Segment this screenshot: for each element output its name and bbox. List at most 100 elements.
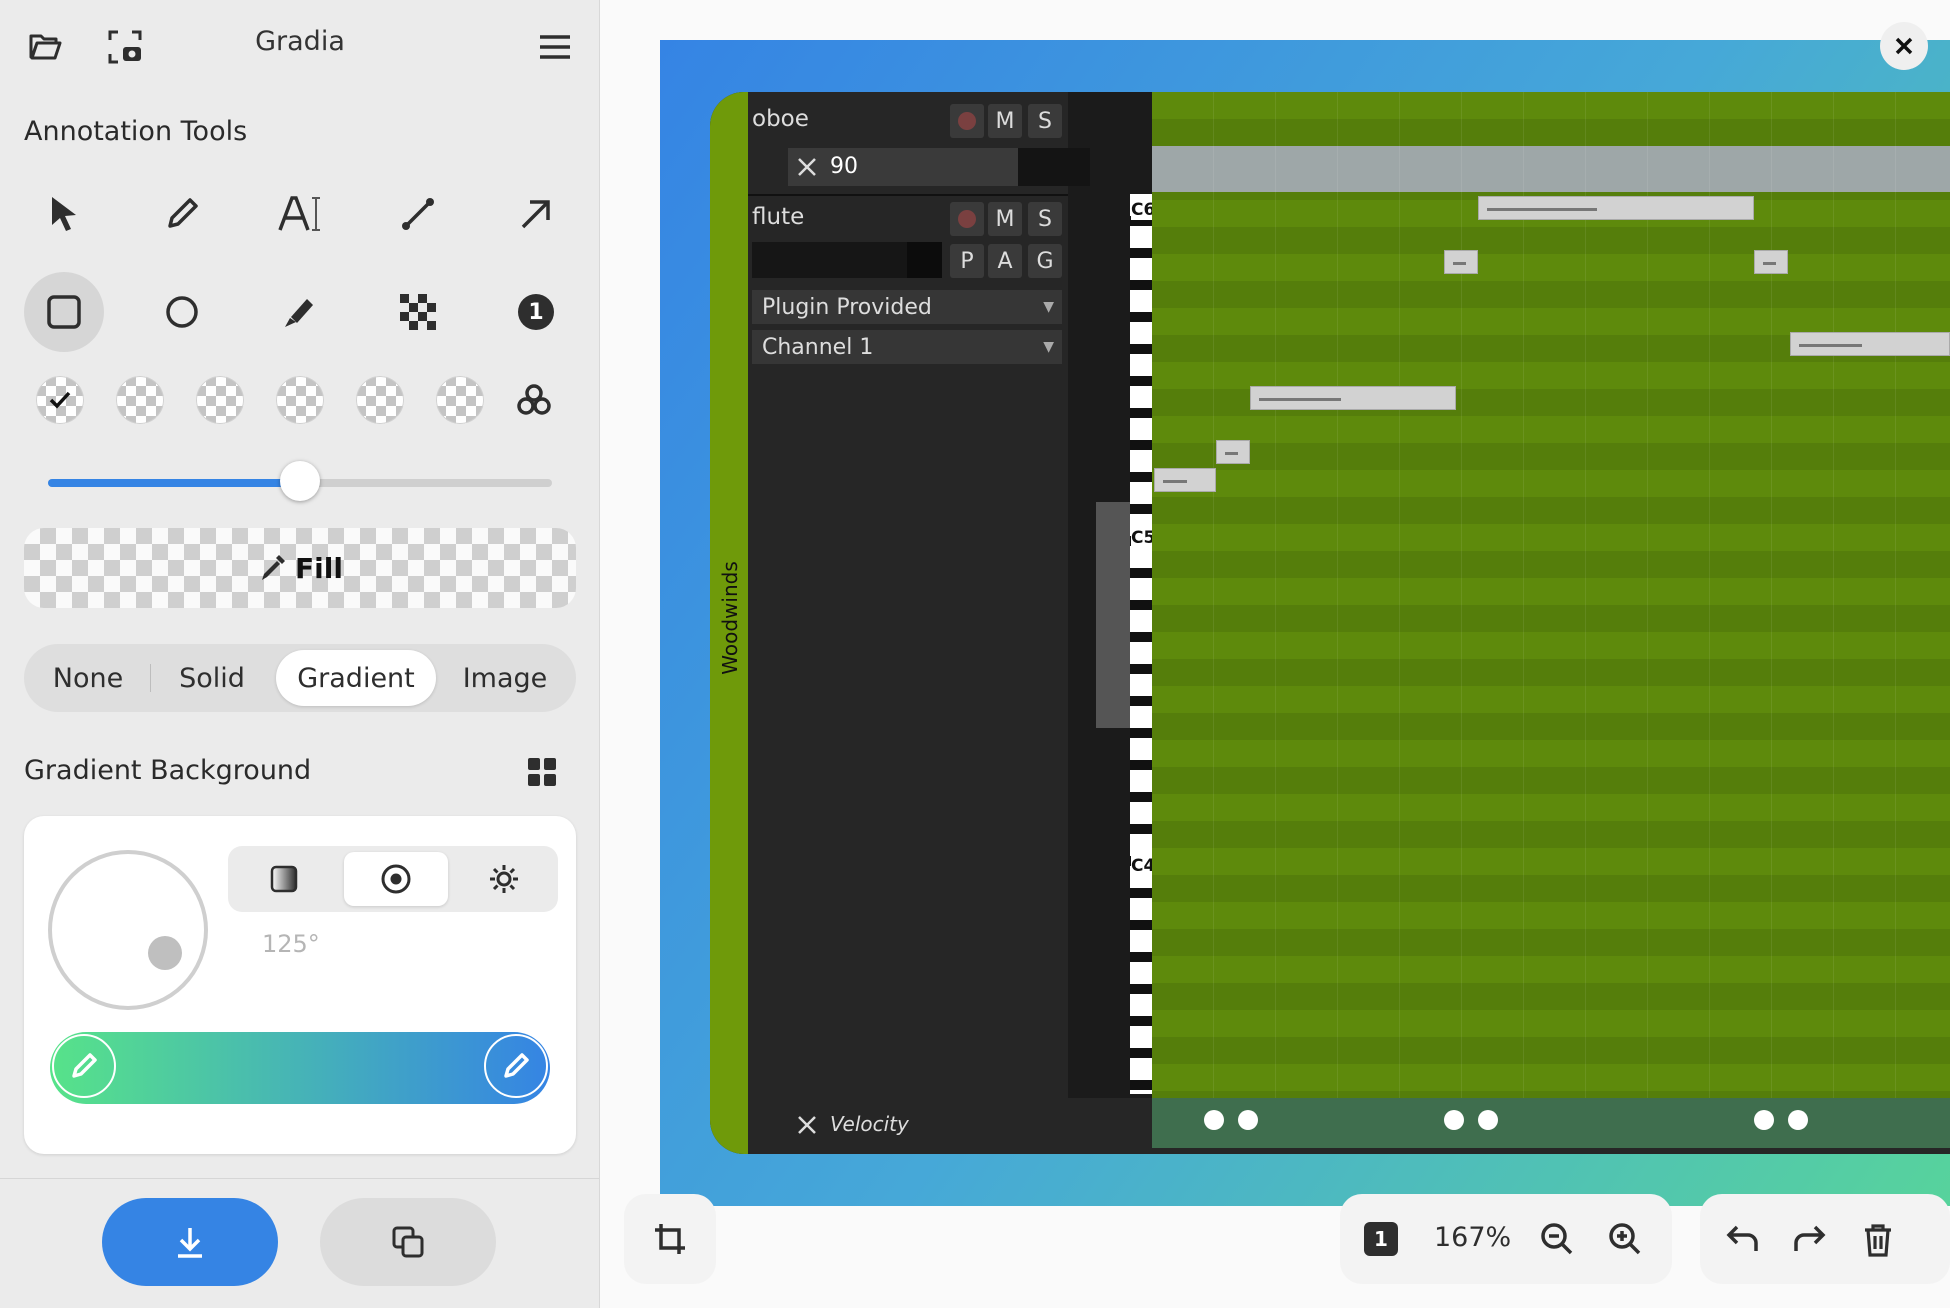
conic-gradient-icon[interactable] [454, 852, 554, 906]
crop-button[interactable] [624, 1194, 716, 1284]
mode-solid[interactable]: Solid [152, 650, 272, 706]
undo-icon[interactable] [1720, 1218, 1764, 1262]
select-tool-icon[interactable] [24, 174, 104, 254]
angle-dial-knob[interactable] [148, 936, 182, 970]
highlighter-tool-icon[interactable] [260, 272, 340, 352]
open-folder-icon[interactable] [20, 22, 70, 72]
background-mode-selector: None Solid Gradient Image [24, 644, 576, 712]
midi-note[interactable] [1154, 468, 1216, 492]
linear-gradient-icon[interactable] [234, 852, 334, 906]
velocity-graph[interactable] [1152, 1098, 1950, 1148]
sidebar: Gradia Annotation Tools 1 Fill None Soli… [0, 0, 600, 1308]
end-color-pencil-icon[interactable] [484, 1034, 548, 1098]
vertical-scrollbar[interactable] [1096, 502, 1132, 728]
gradient-presets-icon[interactable] [522, 752, 562, 792]
mode-image[interactable]: Image [440, 650, 570, 706]
size-slider-handle[interactable] [280, 461, 320, 501]
pen-tool-icon[interactable] [142, 174, 222, 254]
close-lane-icon[interactable] [788, 148, 826, 186]
close-icon[interactable] [1880, 22, 1928, 70]
segment-divider [150, 664, 151, 692]
radial-gradient-icon[interactable] [344, 852, 448, 906]
record-button-oboe[interactable] [950, 104, 984, 138]
fill-label: Fill [295, 551, 343, 585]
download-icon [178, 1228, 202, 1258]
zoom-controls: 1 167% [1340, 1194, 1672, 1284]
piano-roll[interactable] [1152, 92, 1950, 1098]
solo-button-flute[interactable]: S [1028, 202, 1062, 236]
copy-button[interactable] [320, 1198, 496, 1286]
main-menu-icon[interactable] [530, 22, 580, 72]
arrow-tool-icon[interactable] [496, 174, 576, 254]
color-swatch-1[interactable] [36, 376, 84, 424]
gradient-color-bar [50, 1032, 550, 1104]
group-button-flute[interactable]: G [1028, 244, 1062, 278]
color-swatch-5[interactable] [356, 376, 404, 424]
pixelate-tool-icon[interactable] [378, 272, 458, 352]
custom-color-icon[interactable] [510, 376, 558, 424]
track-divider [748, 194, 1068, 196]
gradient-background-heading: Gradient Background [24, 755, 312, 786]
fill-button[interactable]: Fill [24, 528, 576, 608]
midi-note[interactable] [1754, 250, 1788, 274]
eyedropper-icon [262, 555, 286, 580]
mute-button-oboe[interactable]: M [988, 104, 1022, 138]
redo-icon[interactable] [1788, 1218, 1832, 1262]
midi-note[interactable] [1444, 250, 1478, 274]
crop-icon [655, 1224, 685, 1254]
zoom-in-icon[interactable] [1604, 1218, 1646, 1260]
delete-icon[interactable] [1856, 1218, 1900, 1262]
text-tool-icon[interactable] [260, 174, 340, 254]
zoom-out-icon[interactable] [1536, 1218, 1578, 1260]
start-color-pencil-icon[interactable] [52, 1034, 116, 1098]
midi-note[interactable] [1216, 440, 1250, 464]
number-tool-icon[interactable]: 1 [496, 272, 576, 352]
playlist-button-flute[interactable]: P [950, 244, 984, 278]
canvas-area: Woodwinds oboe M S 90 flute M S P A G Pl… [600, 0, 1950, 1308]
zoom-reset-badge[interactable]: 1 [1364, 1222, 1398, 1256]
color-swatch-2[interactable] [116, 376, 164, 424]
automation-value: 90 [830, 154, 858, 179]
rectangle-tool-icon[interactable] [24, 272, 104, 352]
track-name-oboe: oboe [752, 106, 809, 132]
angle-value: 125° [262, 930, 320, 958]
color-swatch-4[interactable] [276, 376, 324, 424]
track-name-flute: flute [752, 204, 805, 230]
velocity-lane: Velocity [748, 1098, 1950, 1154]
angle-dial[interactable] [48, 850, 208, 1010]
midi-note[interactable] [1790, 332, 1950, 356]
channel-dropdown[interactable]: Channel 1 ▼ [752, 330, 1062, 364]
piano-keyboard[interactable] [1130, 194, 1152, 1094]
mode-none[interactable]: None [28, 650, 148, 706]
line-tool-icon[interactable] [378, 174, 458, 254]
screenshot-icon[interactable] [100, 22, 150, 72]
gradient-type-selector [228, 846, 558, 912]
gradient-settings-card: 125° [24, 816, 576, 1154]
annotation-tools-heading: Annotation Tools [24, 116, 248, 147]
fader-flute[interactable] [752, 242, 942, 278]
circle-tool-icon[interactable] [142, 272, 222, 352]
color-swatch-6[interactable] [436, 376, 484, 424]
history-controls [1700, 1194, 1950, 1284]
solo-button-oboe[interactable]: S [1028, 104, 1062, 138]
velocity-label: Velocity [830, 1112, 909, 1136]
close-velocity-icon[interactable] [788, 1106, 826, 1144]
mode-gradient[interactable]: Gradient [276, 650, 436, 706]
size-slider[interactable] [48, 461, 552, 501]
midi-note[interactable] [1478, 196, 1754, 220]
plugin-dropdown[interactable]: Plugin Provided ▼ [752, 290, 1062, 324]
record-button-flute[interactable] [950, 202, 984, 236]
midi-note[interactable] [1250, 386, 1456, 410]
screenshot-image: Woodwinds oboe M S 90 flute M S P A G Pl… [710, 92, 1950, 1154]
footer-divider [0, 1178, 599, 1179]
app-title: Gradia [255, 26, 345, 57]
zoom-level: 167% [1434, 1222, 1512, 1253]
color-swatch-3[interactable] [196, 376, 244, 424]
group-label: Woodwinds [718, 561, 742, 675]
copy-icon [392, 1226, 424, 1258]
size-slider-fill [48, 479, 300, 487]
automation-button-flute[interactable]: A [988, 244, 1022, 278]
automation-lane-oboe: 90 [788, 148, 1090, 186]
mute-button-flute[interactable]: M [988, 202, 1022, 236]
save-button[interactable] [102, 1198, 278, 1286]
